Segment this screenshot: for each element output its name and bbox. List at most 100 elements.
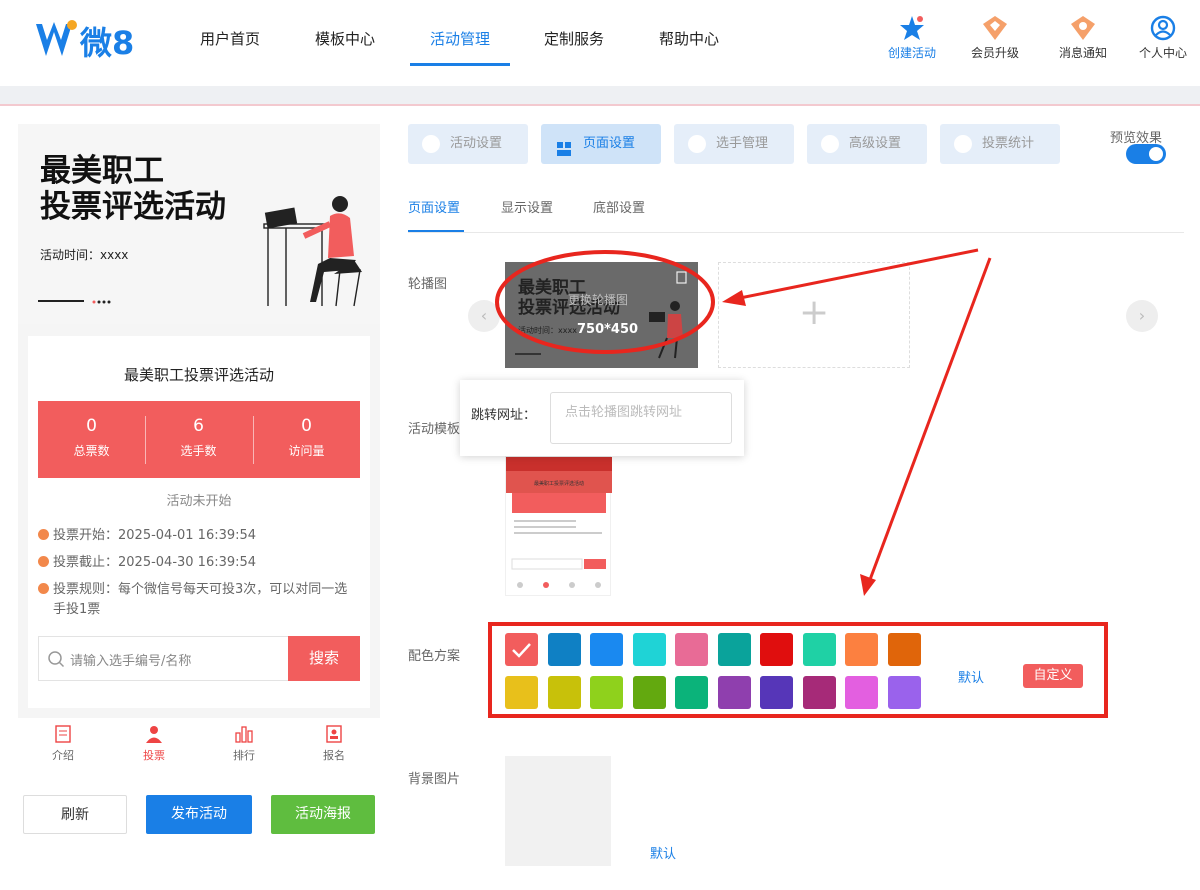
preview-effect-toggle[interactable] xyxy=(1126,144,1166,164)
nav-help-center[interactable]: 帮助中心 xyxy=(659,28,719,66)
color-swatch[interactable] xyxy=(717,633,751,666)
stat-value: 0 xyxy=(86,416,97,436)
template-preview[interactable]: 最美职工投票评选活动 xyxy=(505,456,612,596)
search-icon xyxy=(48,651,65,668)
member-upgrade-button[interactable]: 会员升级 xyxy=(960,14,1030,61)
color-swatch[interactable] xyxy=(717,676,751,709)
stat-value: 6 xyxy=(193,416,204,436)
carousel-prev-button[interactable]: ‹ xyxy=(468,300,500,332)
background-image-label: 背景图片 xyxy=(408,772,461,787)
nav-user-home[interactable]: 用户首页 xyxy=(200,28,260,66)
notifications-button[interactable]: 消息通知 xyxy=(1048,14,1118,61)
tab-signup[interactable]: 报名 xyxy=(304,724,364,763)
vote-rule-info: 投票规则：每个微信号每天可投3次，可以对同一选手投1票 xyxy=(38,580,358,620)
jump-url-input[interactable]: 点击轮播图跳转网址 xyxy=(550,392,732,444)
user-icon xyxy=(146,726,162,743)
activity-poster-button[interactable]: 活动海报 xyxy=(271,795,375,834)
color-swatch[interactable] xyxy=(675,633,708,666)
replace-carousel-text[interactable]: 更换轮播图 xyxy=(568,291,628,308)
vote-end-info: 投票截止：2025-04-30 16:39:54 xyxy=(38,553,358,573)
tab-ranking[interactable]: 排行 xyxy=(214,724,274,763)
color-swatch[interactable] xyxy=(760,633,793,666)
color-swatch[interactable] xyxy=(632,676,666,709)
tab-signup-label: 报名 xyxy=(323,749,345,762)
background-default-button[interactable]: 默认 xyxy=(650,843,676,862)
create-activity-button[interactable]: 创建活动 xyxy=(877,14,947,61)
notifications-label: 消息通知 xyxy=(1058,46,1107,60)
tab-vote-statistics-label: 投票统计 xyxy=(982,136,1035,151)
nav-custom-service[interactable]: 定制服务 xyxy=(544,28,604,66)
info-icon xyxy=(38,583,49,594)
tab-contestant-management-label: 选手管理 xyxy=(716,136,769,151)
color-swatch[interactable] xyxy=(887,676,921,709)
color-swatch[interactable] xyxy=(845,633,878,666)
stat-visits: 0 访问量 xyxy=(253,416,360,459)
tab-contestant-management[interactable]: 选手管理 xyxy=(674,124,794,164)
banner-title: 最美职工 投票评选活动 xyxy=(40,153,226,225)
carousel-next-button[interactable]: › xyxy=(1126,300,1158,332)
nav-template-center[interactable]: 模板中心 xyxy=(315,28,375,66)
scheme-custom-button[interactable]: 自定义 xyxy=(1023,664,1083,688)
nav-activity-management[interactable]: 活动管理 xyxy=(430,28,490,66)
add-carousel-image[interactable]: + xyxy=(718,262,910,368)
check-icon xyxy=(512,643,531,658)
tab-activity-settings[interactable]: 活动设置 xyxy=(408,124,528,164)
color-swatch[interactable] xyxy=(802,676,836,709)
heart-icon xyxy=(422,135,440,153)
star-icon xyxy=(900,16,924,40)
color-swatch[interactable] xyxy=(802,633,836,666)
background-image-slot[interactable] xyxy=(505,756,611,866)
document-icon xyxy=(55,725,71,743)
jump-url-label: 跳转网址： xyxy=(471,408,537,423)
subtab-page-settings[interactable]: 页面设置 xyxy=(408,197,460,216)
subtab-footer-settings[interactable]: 底部设置 xyxy=(593,197,645,216)
color-swatch[interactable] xyxy=(632,633,666,666)
copy-icon xyxy=(676,271,687,284)
tab-advanced-settings[interactable]: 高级设置 xyxy=(807,124,927,164)
activity-status: 活动未开始 xyxy=(166,494,232,509)
tab-vote[interactable]: 投票 xyxy=(124,724,184,763)
vote-end-text: 投票截止：2025-04-30 16:39:54 xyxy=(53,555,257,570)
stat-label: 总票数 xyxy=(73,444,110,458)
banner-time: 活动时间：xxxx xyxy=(40,248,129,262)
color-swatch[interactable] xyxy=(590,676,623,709)
clock-icon xyxy=(38,529,49,540)
color-swatch[interactable] xyxy=(547,633,581,666)
search-button[interactable]: 搜索 xyxy=(288,636,360,681)
template-thumbnail: 最美职工投票评选活动 xyxy=(506,457,612,588)
activity-card-title: 最美职工投票评选活动 xyxy=(123,366,274,384)
color-swatch[interactable] xyxy=(887,633,921,666)
scheme-default-button[interactable]: 默认 xyxy=(958,667,984,686)
refresh-button[interactable]: 刷新 xyxy=(23,795,127,834)
color-swatch[interactable] xyxy=(590,633,623,666)
vote-start-info: 投票开始：2025-04-01 16:39:54 xyxy=(38,526,358,546)
logo[interactable]: 微8 xyxy=(34,18,144,62)
tab-advanced-settings-label: 高级设置 xyxy=(849,136,902,151)
color-swatch[interactable] xyxy=(547,676,581,709)
header-band xyxy=(0,86,1200,104)
color-swatch[interactable] xyxy=(505,676,538,709)
vote-rule-text: 投票规则：每个微信号每天可投3次，可以对同一选手投1票 xyxy=(53,582,348,617)
publish-activity-button[interactable]: 发布活动 xyxy=(146,795,252,834)
stat-label: 访问量 xyxy=(288,444,325,458)
tab-vote-statistics[interactable]: 投票统计 xyxy=(940,124,1060,164)
tab-intro[interactable]: 介绍 xyxy=(33,724,93,763)
subtab-divider xyxy=(408,232,1184,233)
subtab-display-settings[interactable]: 显示设置 xyxy=(501,197,553,216)
color-swatch[interactable] xyxy=(845,676,878,709)
color-swatch[interactable] xyxy=(760,676,793,709)
carousel-label: 轮播图 xyxy=(408,277,448,292)
tab-page-settings[interactable]: 页面设置 xyxy=(541,124,661,164)
user-icon xyxy=(688,135,706,153)
percent-icon xyxy=(821,135,839,153)
stat-total-votes: 0 总票数 xyxy=(38,416,145,459)
contestant-search-input[interactable]: 请输入选手编号/名称 xyxy=(70,650,191,669)
nav-active-indicator xyxy=(410,63,510,66)
user-circle-icon xyxy=(1150,15,1176,41)
color-swatch[interactable] xyxy=(675,676,708,709)
tab-intro-label: 介绍 xyxy=(52,749,74,762)
stat-contestants: 6 选手数 xyxy=(145,416,252,459)
profile-center-button[interactable]: 个人中心 xyxy=(1128,14,1198,61)
tab-page-settings-label: 页面设置 xyxy=(583,136,636,151)
color-swatch[interactable] xyxy=(505,633,538,666)
